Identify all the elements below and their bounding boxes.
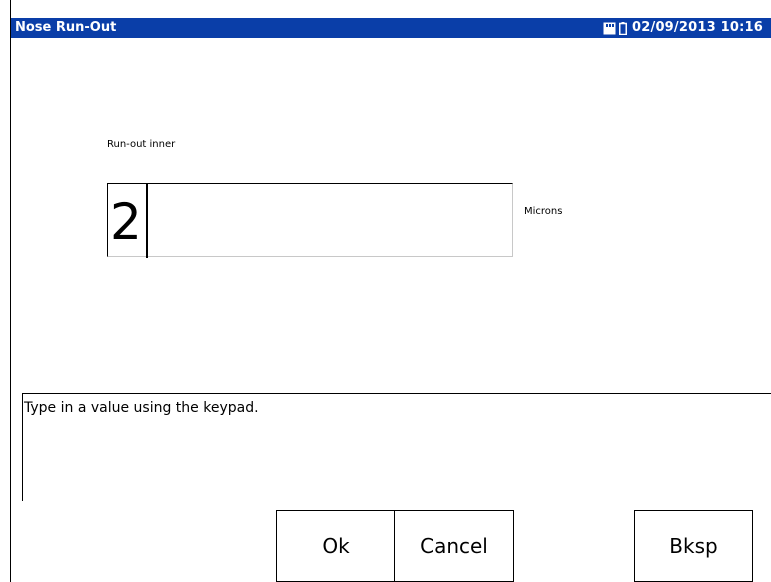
text-caret xyxy=(146,184,148,258)
window-title: Nose Run-Out xyxy=(15,20,117,35)
backspace-button[interactable]: Bksp xyxy=(634,510,753,582)
field-label: Run-out inner xyxy=(107,139,176,150)
unit-label: Microns xyxy=(524,206,563,217)
left-divider xyxy=(10,0,11,582)
status-area: 02/09/2013 10:16 xyxy=(603,18,763,38)
value-text: 2 xyxy=(110,193,142,251)
datetime-display: 02/09/2013 10:16 xyxy=(632,20,763,35)
ok-button[interactable]: Ok xyxy=(276,510,396,582)
left-margin xyxy=(0,0,10,582)
value-input[interactable]: 2 xyxy=(107,183,513,258)
title-bar: Nose Run-Out 02/09/2013 10:16 xyxy=(11,18,771,38)
help-text: Type in a value using the keypad. xyxy=(24,400,259,416)
help-message-box: Type in a value using the keypad. xyxy=(22,393,771,501)
battery-icon xyxy=(619,21,627,35)
cancel-button[interactable]: Cancel xyxy=(394,510,514,582)
nose-runout-screen: Nose Run-Out 02/09/2013 10:16 Run-out in… xyxy=(0,0,771,582)
sd-card-icon xyxy=(603,22,616,35)
